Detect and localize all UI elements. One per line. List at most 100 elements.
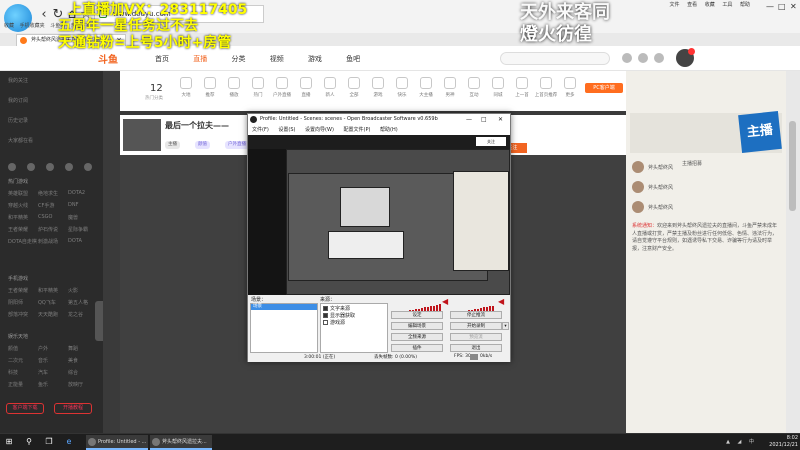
nav-video[interactable]: 视频 — [270, 55, 284, 63]
sidebar-games-item[interactable]: 炉石传说 — [38, 226, 58, 233]
obs-menu-wizard[interactable]: 设置向导(W) — [305, 127, 334, 133]
nav-home[interactable]: 首页 — [155, 55, 169, 63]
ime-icon[interactable]: 中 — [749, 439, 754, 445]
sidebar-item-follow[interactable]: 我的关注 — [8, 77, 28, 84]
sidebar-mobile-item[interactable]: 天天酷跑 — [38, 311, 58, 318]
obs-titlebar[interactable]: Profile: Untitled - Scenes: scenes - Ope… — [248, 114, 510, 125]
record-dropdown[interactable]: ▾ — [502, 322, 509, 330]
tech-icon[interactable] — [65, 163, 74, 171]
fan-name[interactable]: 斧头帮终风 — [648, 184, 673, 191]
room-tag[interactable]: 颜值 — [195, 141, 210, 149]
menu-help[interactable]: 帮助 — [740, 2, 750, 8]
sidebar-games-item[interactable]: 魔兽 — [68, 214, 78, 221]
sidebar-ent-item[interactable]: 鱼乐 — [38, 381, 48, 388]
sidebar-item-history[interactable]: 历史记录 — [8, 117, 28, 124]
sidebar-ent-item[interactable]: 美食 — [68, 357, 78, 364]
menu-view[interactable]: 查看 — [687, 2, 697, 8]
checkbox-checked-icon[interactable] — [323, 306, 328, 311]
sidebar-collapse-handle[interactable] — [95, 301, 103, 341]
sidebar-item-subscribe[interactable]: 我的订阅 — [8, 97, 28, 104]
menu-tools[interactable]: 工具 — [722, 2, 732, 8]
history-icon[interactable] — [622, 53, 632, 63]
scenes-list[interactable] — [250, 303, 318, 353]
mic-volume-icon[interactable]: ◀ — [498, 297, 504, 306]
obs-menu-help[interactable]: 帮助(H) — [380, 127, 398, 133]
sidebar-mobile-item[interactable]: 部落冲突 — [8, 311, 28, 318]
sidebar-games-item[interactable]: 刺激战场 — [38, 238, 58, 245]
sidebar-ent-item[interactable]: 科技 — [8, 369, 18, 376]
obs-close-icon[interactable]: ✕ — [498, 114, 503, 125]
nav-category[interactable]: 分类 — [231, 55, 245, 63]
fan-name[interactable]: 斧头帮终风 — [648, 164, 673, 171]
sidebar-item-popular[interactable]: 大家都在看 — [8, 137, 33, 144]
sidebar-mobile-item[interactable]: 火影 — [68, 287, 78, 294]
sidebar-games-item[interactable]: DOTA自走棋 — [8, 238, 37, 245]
sidebar-games-item[interactable]: 王者荣耀 — [8, 226, 28, 233]
sidebar-ent-item[interactable]: 舞蹈 — [68, 345, 78, 352]
exit-button[interactable]: 退出 — [450, 344, 502, 352]
windows-start-icon[interactable]: ⊞ — [4, 437, 14, 447]
sidebar-ent-item[interactable]: 二次元 — [8, 357, 23, 364]
checkbox-checked-icon[interactable] — [323, 313, 328, 318]
mobile-icon[interactable] — [27, 163, 36, 171]
sidebar-mobile-item[interactable]: 龙之谷 — [68, 311, 83, 318]
nav-yuba[interactable]: 鱼吧 — [346, 55, 360, 63]
room-tag[interactable]: 户外直播 — [225, 141, 249, 149]
client-download-button[interactable]: 客户端下载 — [6, 403, 44, 414]
sidebar-mobile-item[interactable]: 阴阳师 — [8, 299, 23, 306]
fan-avatar[interactable] — [632, 181, 644, 193]
follow-icon[interactable] — [638, 53, 648, 63]
fan-avatar[interactable] — [632, 161, 644, 173]
sidebar-games-item[interactable]: 绝地求生 — [38, 190, 58, 197]
obs-minimize-icon[interactable]: — — [466, 114, 472, 125]
site-logo[interactable]: 斗鱼 — [98, 51, 132, 66]
menu-favorites[interactable]: 收藏 — [705, 2, 715, 8]
settings-button[interactable]: 设定 — [391, 311, 443, 319]
nav-live[interactable]: 直播 — [193, 55, 207, 63]
scrollbar-thumb[interactable] — [789, 121, 796, 211]
network-icon[interactable]: ▲ — [726, 439, 730, 445]
obs-menu-file[interactable]: 文件(F) — [252, 127, 269, 133]
sidebar-games-item[interactable]: CF手游 — [38, 202, 54, 209]
volume-icon[interactable]: ◢ — [738, 439, 742, 445]
sidebar-mobile-item[interactable]: 王者荣耀 — [8, 287, 28, 294]
sources-list[interactable]: 文字来源 显示器获取 游戏源 — [320, 303, 388, 353]
edit-scene-button[interactable]: 编辑场景 — [391, 322, 443, 330]
checkbox-unchecked-icon[interactable] — [323, 320, 328, 325]
pc-client-button[interactable]: PC客户端 — [585, 83, 623, 93]
game-icon[interactable] — [8, 163, 16, 171]
scene-item-selected[interactable]: 场景 — [251, 304, 317, 310]
stream-guide-button[interactable]: 开播教程 — [54, 403, 92, 414]
preview-stream-button[interactable]: 预览流 — [450, 333, 502, 341]
sidebar-ent-item[interactable]: 音乐 — [38, 357, 48, 364]
maximize-icon[interactable]: □ — [778, 2, 786, 11]
more-icon[interactable] — [84, 163, 93, 171]
taskbar-app-browser[interactable]: 斧头帮终风遗拉夫... — [150, 435, 212, 450]
taskbar-clock[interactable]: 8:02 2021/12/21 — [758, 435, 798, 449]
stop-stream-button[interactable]: 停止推流 — [450, 311, 502, 319]
source-item[interactable]: 文字来源 — [323, 305, 350, 312]
obs-menu-profile[interactable]: 配置文件(P) — [344, 127, 371, 133]
global-sources-button[interactable]: 全频来源 — [391, 333, 443, 341]
right-banner[interactable]: 主播招募 主播 — [630, 111, 782, 167]
source-item[interactable]: 显示器获取 — [323, 312, 355, 319]
sidebar-mobile-item[interactable]: 和平精英 — [38, 287, 58, 294]
category-item[interactable]: 更多 — [556, 77, 584, 98]
search-icon[interactable]: ⚲ — [24, 437, 34, 447]
sidebar-ent-item[interactable]: 正能量 — [8, 381, 23, 388]
close-icon[interactable]: ✕ — [790, 2, 797, 11]
fan-name[interactable]: 斧头帮终风 — [648, 204, 673, 211]
desktop-volume-icon[interactable]: ◀ — [442, 297, 448, 306]
minimize-icon[interactable]: — — [766, 2, 774, 11]
menu-file[interactable]: 文件 — [670, 2, 680, 8]
room-tag[interactable]: 主播 — [165, 141, 180, 149]
fan-avatar[interactable] — [632, 201, 644, 213]
obs-window[interactable]: Profile: Untitled - Scenes: scenes - Ope… — [247, 113, 511, 362]
sidebar-ent-item[interactable]: 户外 — [38, 345, 48, 352]
task-view-icon[interactable]: ❐ — [44, 437, 54, 447]
ie-browser-icon[interactable]: e — [64, 437, 74, 447]
sidebar-ent-item[interactable]: 综合 — [68, 369, 78, 376]
obs-preview[interactable]: 关注 — [248, 135, 510, 295]
obs-menu-settings[interactable]: 设置(S) — [278, 127, 295, 133]
start-record-button[interactable]: 开始录制 — [450, 322, 502, 330]
